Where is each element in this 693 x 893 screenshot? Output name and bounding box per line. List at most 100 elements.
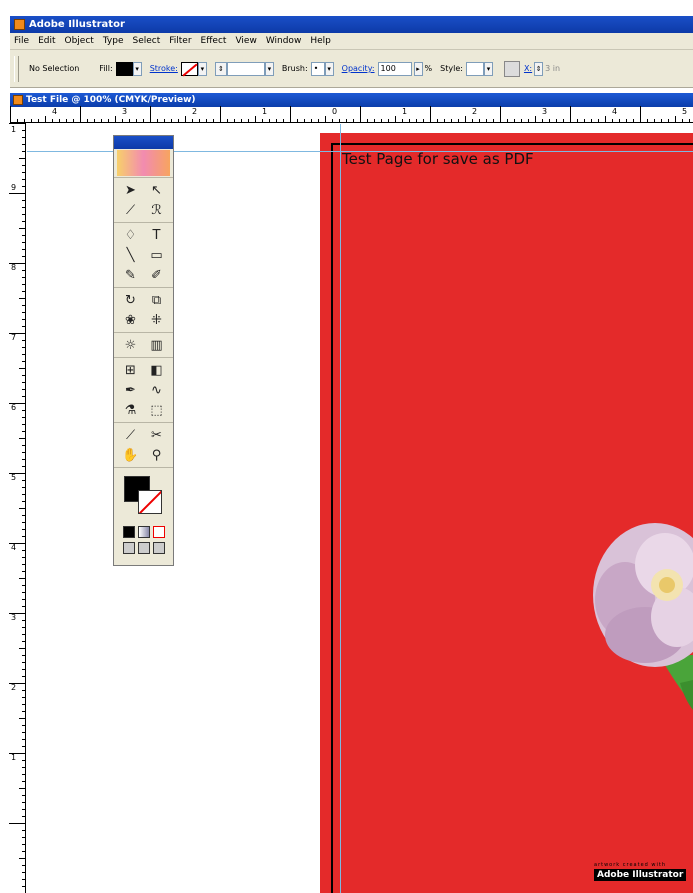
scissors-tool-icon[interactable]: ✂ bbox=[148, 427, 166, 444]
scale-tool-icon[interactable]: ⧉ bbox=[148, 292, 166, 309]
x-value[interactable]: 3 in bbox=[545, 64, 560, 73]
rectangle-tool-icon[interactable]: ▭ bbox=[148, 247, 166, 264]
transform-reference-icon[interactable] bbox=[503, 60, 520, 77]
x-stepper[interactable]: ⇕ bbox=[534, 61, 544, 76]
zoom-tool-icon[interactable]: ⚲ bbox=[148, 447, 166, 464]
ruler-tick bbox=[22, 151, 25, 152]
full-screen-menu-mode-icon[interactable] bbox=[137, 542, 150, 554]
direct-selection-tool-icon[interactable]: ↖ bbox=[148, 182, 166, 199]
horizontal-ruler[interactable]: 4 3 2 1 0 1 2 3 4 5 bbox=[10, 106, 693, 123]
slice-tool-icon[interactable]: ⟋ bbox=[122, 427, 140, 444]
ruler-tick bbox=[682, 119, 683, 122]
ruler-tick bbox=[19, 438, 25, 439]
flower-artwork[interactable] bbox=[585, 505, 693, 715]
ruler-tick bbox=[22, 641, 25, 642]
selection-tool-icon[interactable]: ➤ bbox=[122, 182, 140, 199]
ruler-tick bbox=[22, 809, 25, 810]
menu-select[interactable]: Select bbox=[132, 36, 160, 46]
ruler-tick bbox=[262, 119, 263, 122]
hand-tool-icon[interactable]: ✋ bbox=[122, 447, 140, 464]
menu-bar: File Edit Object Type Select Filter Effe… bbox=[10, 33, 693, 50]
ruler-tick bbox=[514, 119, 515, 122]
eyedropper-tool-icon[interactable]: ✒ bbox=[122, 382, 140, 399]
brush-field[interactable]: • bbox=[310, 61, 325, 76]
ruler-tick bbox=[486, 119, 487, 122]
ruler-tick bbox=[22, 347, 25, 348]
line-tool-icon[interactable]: ╲ bbox=[122, 247, 140, 264]
type-tool-icon[interactable]: T bbox=[148, 227, 166, 244]
pencil-tool-icon[interactable]: ✐ bbox=[148, 267, 166, 284]
paintbrush-tool-icon[interactable]: ✎ bbox=[122, 267, 140, 284]
ruler-tick bbox=[52, 119, 53, 122]
menu-window[interactable]: Window bbox=[266, 36, 302, 46]
x-label[interactable]: X: bbox=[524, 64, 532, 73]
opacity-label[interactable]: Opacity: bbox=[342, 64, 375, 73]
menu-file[interactable]: File bbox=[14, 36, 29, 46]
warp-tool-icon[interactable]: ❀ bbox=[122, 312, 140, 329]
live-paint-bucket-tool-icon[interactable]: ⚗ bbox=[122, 402, 140, 419]
brand-tagline: artwork created with bbox=[594, 862, 667, 868]
opacity-dropdown-icon[interactable]: ▸ bbox=[413, 61, 423, 76]
style-swatch[interactable] bbox=[465, 61, 484, 76]
column-graph-tool-icon[interactable]: ▥ bbox=[148, 337, 166, 354]
menu-filter[interactable]: Filter bbox=[169, 36, 191, 46]
lasso-tool-icon[interactable]: ℛ bbox=[148, 202, 166, 219]
fill-swatch[interactable] bbox=[115, 61, 133, 76]
live-paint-selection-tool-icon[interactable]: ⬚ bbox=[148, 402, 166, 419]
none-mode-icon[interactable] bbox=[152, 526, 165, 538]
standard-screen-mode-icon[interactable] bbox=[122, 542, 135, 554]
document-title-bar[interactable]: Test File @ 100% (CMYK/Preview) bbox=[10, 93, 693, 107]
ruler-tick bbox=[416, 119, 417, 122]
stroke-weight-dropdown-icon[interactable]: ▾ bbox=[264, 61, 274, 76]
free-transform-tool-icon[interactable]: ⁜ bbox=[148, 312, 166, 329]
stroke-swatch[interactable] bbox=[180, 61, 198, 76]
ruler-tick bbox=[22, 312, 25, 313]
menu-view[interactable]: View bbox=[235, 36, 256, 46]
menu-object[interactable]: Object bbox=[65, 36, 94, 46]
magic-wand-tool-icon[interactable]: ⟋ bbox=[122, 202, 140, 219]
stroke-label[interactable]: Stroke: bbox=[150, 64, 178, 73]
stroke-weight-field[interactable] bbox=[226, 61, 265, 76]
app-title-bar[interactable]: Adobe Illustrator bbox=[10, 16, 693, 33]
ruler-tick bbox=[150, 106, 151, 122]
ruler-tick bbox=[507, 119, 508, 122]
ruler-tick bbox=[423, 119, 424, 122]
tools-panel-logo-icon[interactable] bbox=[117, 150, 170, 176]
ruler-tick bbox=[19, 158, 25, 159]
ruler-tick bbox=[22, 256, 25, 257]
x-coordinate-control: X: ⇕ 3 in bbox=[524, 61, 560, 76]
fill-label: Fill: bbox=[99, 64, 113, 73]
ruler-tick bbox=[22, 452, 25, 453]
style-dropdown-icon[interactable]: ▾ bbox=[483, 61, 493, 76]
rotate-tool-icon[interactable]: ↻ bbox=[122, 292, 140, 309]
gradient-tool-icon[interactable]: ◧ bbox=[148, 362, 166, 379]
ruler-tick bbox=[22, 235, 25, 236]
color-mode-icon[interactable] bbox=[122, 526, 135, 538]
full-screen-mode-icon[interactable] bbox=[152, 542, 165, 554]
ruler-tick bbox=[59, 119, 60, 122]
vertical-ruler[interactable]: 1 9 8 7 6 5 4 3 2 1 bbox=[9, 123, 26, 893]
stroke-dropdown-icon[interactable]: ▾ bbox=[197, 61, 207, 76]
vertical-guide[interactable] bbox=[340, 124, 341, 893]
menu-edit[interactable]: Edit bbox=[38, 36, 55, 46]
menu-help[interactable]: Help bbox=[310, 36, 331, 46]
stroke-weight-stepper[interactable]: ⇕ bbox=[214, 61, 227, 76]
mesh-tool-icon[interactable]: ⊞ bbox=[122, 362, 140, 379]
tools-panel-title-bar[interactable] bbox=[114, 136, 173, 149]
menu-effect[interactable]: Effect bbox=[201, 36, 227, 46]
stroke-color-box[interactable] bbox=[138, 490, 162, 514]
ruler-tick bbox=[22, 536, 25, 537]
opacity-control: Opacity: 100 ▸ % bbox=[342, 61, 432, 76]
artboard-heading-text[interactable]: Test Page for save as PDF bbox=[342, 150, 534, 168]
ruler-tick bbox=[22, 389, 25, 390]
blend-tool-icon[interactable]: ∿ bbox=[148, 382, 166, 399]
menu-type[interactable]: Type bbox=[103, 36, 124, 46]
symbol-sprayer-tool-icon[interactable]: ☼ bbox=[122, 337, 140, 354]
fill-dropdown-icon[interactable]: ▾ bbox=[132, 61, 142, 76]
brush-dropdown-icon[interactable]: ▾ bbox=[324, 61, 334, 76]
ruler-tick bbox=[213, 119, 214, 122]
pen-tool-icon[interactable]: ♢ bbox=[122, 227, 140, 244]
gradient-mode-icon[interactable] bbox=[137, 526, 150, 538]
control-bar-grip-icon[interactable] bbox=[14, 55, 19, 82]
opacity-field[interactable]: 100 bbox=[377, 61, 412, 76]
